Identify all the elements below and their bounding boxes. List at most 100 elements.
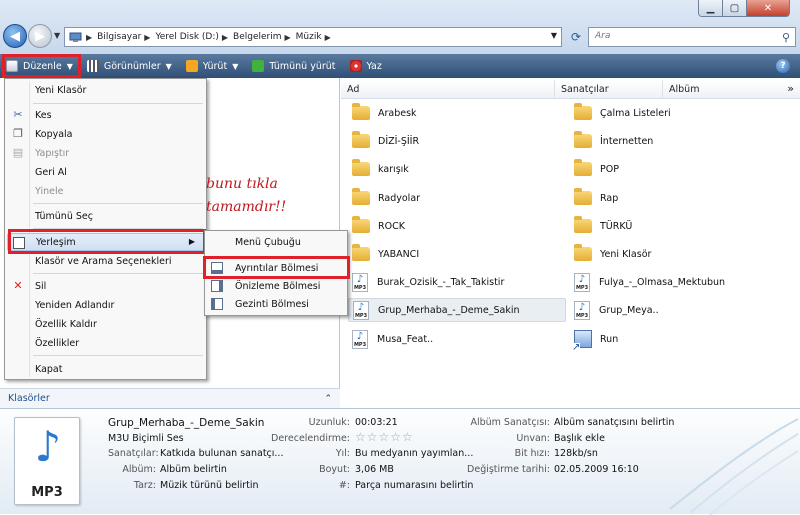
detail-label: Tarz: [133,480,156,491]
detail-value-track[interactable]: Parça numarasını belirtin [355,480,473,491]
menu-item-folder-options[interactable]: Klasör ve Arama Seçenekleri [7,252,204,270]
rating-stars[interactable]: ☆☆☆☆☆ [355,430,414,444]
back-button[interactable]: ◀ [3,24,27,48]
menu-item-delete[interactable]: ✕ Sil [7,277,204,295]
breadcrumb-drive[interactable]: Yerel Disk (D:) [155,32,218,42]
chevron-right-icon[interactable]: ▶ [285,33,291,42]
file-name: Yeni Klasör [600,248,652,260]
folder-icon [574,131,592,148]
menu-item-select-all[interactable]: Tümünü Seç [7,207,204,225]
detail-label: Yıl: [335,448,350,459]
search-icon[interactable]: ⚲ [782,31,790,44]
paste-icon: ▤ [12,146,24,159]
folder-icon [352,103,370,120]
more-columns-icon[interactable]: » [787,82,794,95]
menu-item-label: Geri Al [35,166,67,178]
file-name: Burak_Ozisik_-_Tak_Takistir [377,276,505,288]
folder-item[interactable]: DİZİ-ŞİİR [348,129,423,153]
play-all-button[interactable]: Tümünü yürüt [246,56,341,76]
folder-item[interactable]: TÜRKÜ [570,214,636,238]
window-controls: ▁ ▢ ✕ [698,0,790,17]
column-album[interactable]: Albüm [663,80,773,99]
play-label: Yürüt [202,60,228,72]
views-button[interactable]: Görünümler ▼ [81,56,178,76]
folder-item[interactable]: Arabesk [348,101,421,125]
folder-icon [352,131,370,148]
detail-label: Uzunluk: [308,417,350,428]
folder-item[interactable]: karışık [348,157,413,181]
help-button[interactable]: ? [776,59,790,73]
menu-item-label: Yinele [35,185,64,197]
menu-item-cut[interactable]: ✂ Kes [7,106,204,124]
mp3-file-icon: ♪ MP3 [14,417,80,505]
menu-item-rename[interactable]: Yeniden Adlandır [7,296,204,314]
column-name[interactable]: Ad [341,79,555,99]
menu-item-new-folder[interactable]: Yeni Klasör [7,81,204,99]
search-placeholder: Ara [595,31,611,41]
breadcrumb-computer[interactable]: Bilgisayar [97,32,141,42]
mp3-icon: ♪ MP3 [574,272,590,292]
menu-item-paste[interactable]: ▤ Yapıştır [7,144,204,162]
menu-item-properties[interactable]: Özellikler [7,334,204,352]
file-name: Grup_Merhaba_-_Deme_Sakin [378,304,520,316]
file-item[interactable]: ♪ MP3 Grup_Meya.. [570,298,663,322]
folder-item[interactable]: ROCK [348,214,409,238]
refresh-button[interactable]: ⟳ [566,27,586,47]
chevron-down-icon: ▼ [232,61,239,71]
menu-item-redo[interactable]: Yinele [7,182,204,200]
folders-toggle[interactable]: Klasörler ⌃ [0,388,340,408]
history-dropdown-icon[interactable]: ▼ [54,31,60,40]
detail-value-artists[interactable]: Katkıda bulunan sanatçı... [160,448,283,459]
folder-item[interactable]: İnternetten [570,129,657,153]
delete-icon: ✕ [13,279,23,292]
chevron-right-icon[interactable]: ▶ [144,33,150,42]
menu-item-label: Yeniden Adlandır [35,299,115,311]
folder-item[interactable]: YABANCI [348,242,423,266]
file-item[interactable]: ♪ MP3 Grup_Merhaba_-_Deme_Sakin [348,298,566,322]
submenu-item-navigation-pane[interactable]: Gezinti Bölmesi [207,295,345,313]
breadcrumb-documents[interactable]: Belgelerim [233,32,281,42]
detail-value-title[interactable]: Başlık ekle [554,433,605,444]
menu-item-undo[interactable]: Geri Al [7,163,204,181]
detail-label: Değiştirme tarihi: [467,464,550,475]
chevron-up-icon[interactable]: ⌃ [324,394,332,404]
play-button[interactable]: Yürüt ▼ [180,56,245,76]
folder-item[interactable]: POP [570,157,623,181]
folder-item[interactable]: Radyolar [348,186,424,210]
minimize-icon[interactable]: ▁ [699,0,723,16]
chevron-right-icon[interactable]: ▶ [222,33,228,42]
folders-label: Klasörler [8,393,50,404]
folder-item[interactable]: Yeni Klasör [570,242,655,266]
file-item[interactable]: ♪ MP3 Fulya_-_Olmasa_Mektubun [570,270,729,294]
address-bar[interactable]: ▶ Bilgisayar ▶ Yerel Disk (D:) ▶ Belgele… [64,27,562,47]
menu-item-copy[interactable]: ❐ Kopyala [7,125,204,143]
menu-item-close[interactable]: Kapat [7,360,204,378]
column-artists[interactable]: Sanatçılar [555,79,663,99]
folder-item[interactable]: Rap [570,186,622,210]
search-input[interactable]: Ara ⚲ [588,27,796,47]
submenu-item-label: Önizleme Bölmesi [235,280,321,292]
detail-value-genre[interactable]: Müzik türünü belirtin [160,480,259,491]
shortcut-icon [572,330,592,352]
close-icon[interactable]: ✕ [747,0,789,16]
submenu-item-preview-pane[interactable]: Önizleme Bölmesi [207,277,345,295]
file-type-label: MP3 [31,485,63,500]
play-all-icon [252,60,265,72]
file-item[interactable]: ♪ MP3 Burak_Ozisik_-_Tak_Takistir [348,270,508,294]
menu-item-label: Yapıştır [35,147,70,159]
burn-button[interactable]: Yaz [344,56,388,76]
file-item[interactable]: Run [570,327,622,352]
mp3-icon: ♪ MP3 [352,272,368,292]
forward-button[interactable]: ▶ [28,24,52,48]
file-item[interactable]: ♪ MP3 Musa_Feat.. [348,327,437,351]
menu-item-remove-properties[interactable]: Özellik Kaldır [7,315,204,333]
burn-label: Yaz [366,60,382,72]
breadcrumb-music[interactable]: Müzik [296,32,322,42]
folder-item[interactable]: Çalma Listeleri [570,101,675,125]
address-dropdown-icon[interactable]: ▼ [551,31,557,40]
detail-value-album[interactable]: Albüm belirtin [160,464,227,475]
chevron-right-icon[interactable]: ▶ [86,33,92,42]
submenu-item-menu-bar[interactable]: Menü Çubuğu [207,233,345,251]
chevron-right-icon[interactable]: ▶ [325,33,331,42]
maximize-icon[interactable]: ▢ [723,0,747,16]
